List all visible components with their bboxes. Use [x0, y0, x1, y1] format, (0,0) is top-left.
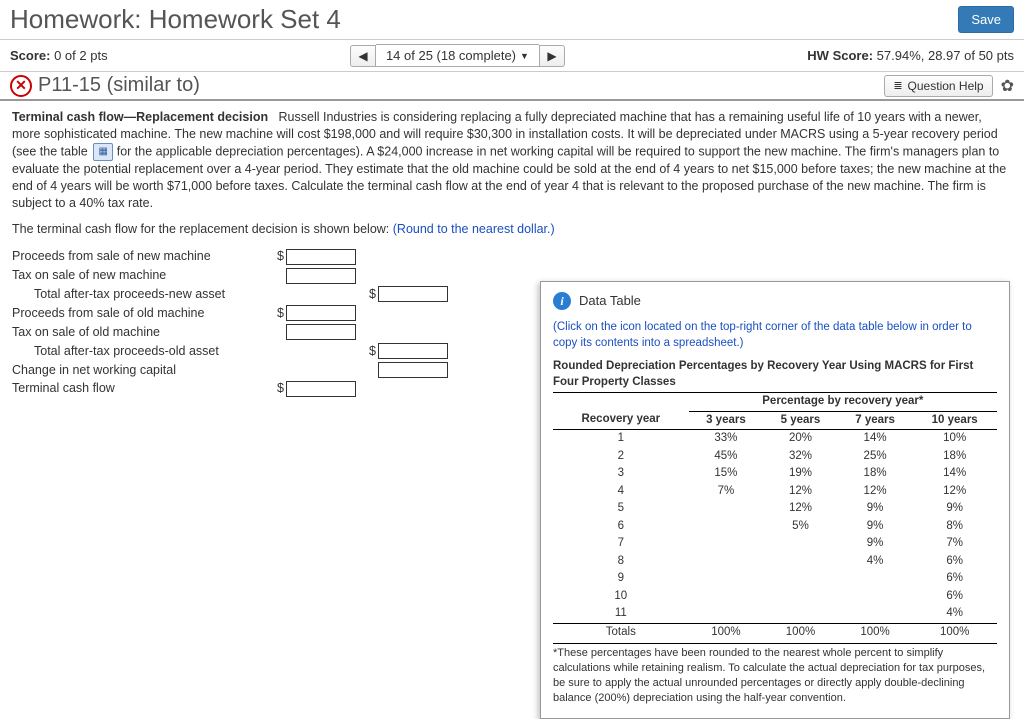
gear-icon[interactable]: ✿: [1001, 76, 1014, 96]
table-row: 47%12%12%12%: [553, 483, 997, 501]
cf-label-nwc: Change in net working capital: [12, 362, 272, 379]
macrs-header-span: Percentage by recovery year*: [689, 393, 997, 412]
cf-input-nwc[interactable]: [378, 362, 448, 378]
table-icon[interactable]: ▦: [93, 143, 113, 161]
page-title: Homework: Homework Set 4: [10, 4, 341, 35]
cf-label-new-tax: Tax on sale of new machine: [12, 267, 272, 284]
table-row: 65%9%8%: [553, 518, 997, 536]
col-7-years: 7 years: [838, 411, 913, 430]
cf-label-old-total: Total after-tax proceeds-old asset: [12, 343, 272, 360]
cf-input-terminal[interactable]: [286, 381, 356, 397]
dollar-sign: $: [272, 305, 284, 322]
cf-input-old-proceeds[interactable]: [286, 305, 356, 321]
prev-question-button[interactable]: ◀: [350, 45, 376, 67]
data-table-title: Data Table: [579, 292, 641, 310]
cf-label-new-proceeds: Proceeds from sale of new machine: [12, 248, 272, 265]
cf-label-old-tax: Tax on sale of old machine: [12, 324, 272, 341]
table-row: 114%: [553, 605, 997, 623]
table-row: 512%9%9%: [553, 500, 997, 518]
dollar-sign: $: [272, 380, 284, 397]
col-recovery-year: Recovery year: [553, 411, 689, 430]
cf-input-new-tax[interactable]: [286, 268, 356, 284]
nav-position-text: 14 of 25 (18 complete): [386, 48, 516, 63]
table-totals-row: Totals100%100%100%100%: [553, 623, 997, 641]
info-icon: i: [553, 292, 571, 310]
table-row: 79%7%: [553, 535, 997, 553]
cashflow-lead-text: The terminal cash flow for the replaceme…: [12, 222, 393, 236]
dollar-sign: $: [272, 248, 284, 265]
next-question-button[interactable]: ▶: [539, 45, 565, 67]
hw-score-display: HW Score: 57.94%, 28.97 of 50 pts: [807, 48, 1014, 63]
cf-label-new-total: Total after-tax proceeds-new asset: [12, 286, 272, 303]
problem-title: Terminal cash flow—Replacement decision: [12, 110, 268, 124]
chevron-down-icon: ▼: [520, 51, 529, 61]
save-button[interactable]: Save: [958, 6, 1014, 33]
question-help-button[interactable]: ≣ Question Help: [884, 75, 992, 97]
table-row: 106%: [553, 588, 997, 606]
cf-label-old-proceeds: Proceeds from sale of old machine: [12, 305, 272, 322]
col-10-years: 10 years: [912, 411, 997, 430]
data-table-instructions: (Click on the icon located on the top-ri…: [553, 320, 997, 351]
hw-score-value: 57.94%, 28.97 of 50 pts: [877, 48, 1014, 63]
question-nav-dropdown[interactable]: 14 of 25 (18 complete) ▼: [376, 44, 539, 67]
question-help-label: Question Help: [908, 79, 984, 93]
data-table-name: Rounded Depreciation Percentages by Reco…: [553, 359, 997, 390]
dollar-sign: $: [364, 286, 376, 303]
col-3-years: 3 years: [689, 411, 764, 430]
hw-score-label: HW Score:: [807, 48, 873, 63]
round-note: (Round to the nearest dollar.): [393, 222, 555, 236]
cf-input-old-tax[interactable]: [286, 324, 356, 340]
score-label: Score:: [10, 48, 50, 63]
cashflow-lead: The terminal cash flow for the replaceme…: [12, 221, 1012, 238]
table-row: 133%20%14%10%: [553, 430, 997, 448]
macrs-table: Percentage by recovery year* Recovery ye…: [553, 392, 997, 641]
dollar-sign: $: [364, 343, 376, 360]
table-row: 315%19%18%14%: [553, 465, 997, 483]
problem-body-2: for the applicable depreciation percenta…: [12, 144, 1006, 209]
score-display: Score: 0 of 2 pts: [10, 48, 108, 63]
cf-input-new-proceeds[interactable]: [286, 249, 356, 265]
table-row: 245%32%25%18%: [553, 448, 997, 466]
table-row: 96%: [553, 570, 997, 588]
question-number: P11-15 (similar to): [38, 74, 200, 97]
score-value: 0 of 2 pts: [54, 48, 107, 63]
problem-text: Terminal cash flow—Replacement decision …: [12, 109, 1012, 211]
cf-input-new-total[interactable]: [378, 286, 448, 302]
close-icon[interactable]: ✕: [10, 75, 32, 97]
cf-label-terminal: Terminal cash flow: [12, 380, 272, 397]
cf-input-old-total[interactable]: [378, 343, 448, 359]
col-5-years: 5 years: [763, 411, 838, 430]
data-table-footnote: *These percentages have been rounded to …: [553, 643, 997, 705]
list-icon: ≣: [893, 79, 901, 92]
data-table-popup: i Data Table (Click on the icon located …: [540, 281, 1010, 719]
table-row: 84%6%: [553, 553, 997, 571]
